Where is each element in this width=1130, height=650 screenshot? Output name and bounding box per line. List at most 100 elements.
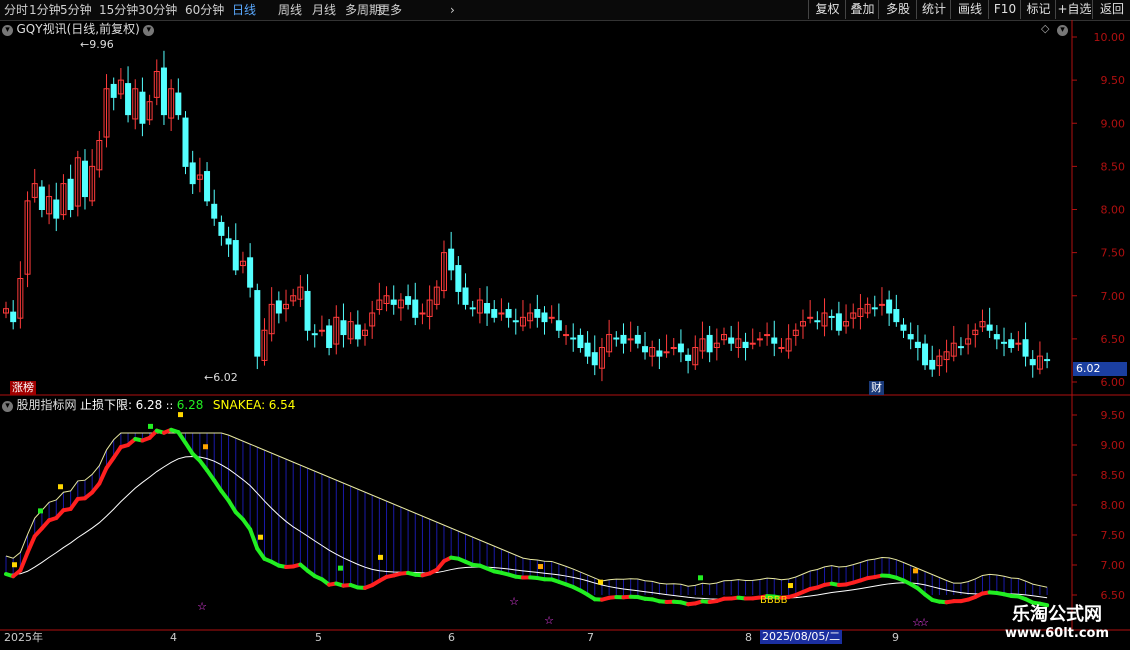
period-5[interactable]: 60分钟 [185, 0, 224, 20]
candle-body [491, 309, 498, 318]
main-y-tick-label: 7.00 [1101, 290, 1126, 303]
candle-body [469, 307, 476, 310]
candle-body [555, 320, 562, 331]
candle-body [275, 300, 282, 314]
arrow-left-icon: ← [80, 38, 90, 51]
settings-icon[interactable]: ▾ [143, 24, 155, 36]
candle-body [584, 342, 591, 357]
candle-body [886, 299, 893, 314]
candle-body [828, 315, 835, 318]
candle-body [254, 290, 261, 357]
candle-body [405, 296, 412, 305]
main-y-tick-label: 8.50 [1101, 160, 1126, 173]
candle-body [484, 303, 491, 314]
candle-body [182, 117, 189, 167]
candle-body [627, 338, 634, 341]
action-3[interactable]: 统计 [916, 0, 951, 19]
candle-body [677, 343, 684, 353]
indicator-title-row: ▾ 股朋指标网 止损下限: 6.28 :: 6.28 SNAKEA: 6.54 [2, 398, 295, 413]
x-label-aug: 8 [745, 631, 752, 644]
period-1[interactable]: 1分钟 [29, 0, 61, 20]
action-4[interactable]: 画线 [950, 0, 989, 19]
indicator-label-2: SNAKEA: [212, 398, 266, 412]
period-8[interactable]: 月线 [312, 0, 336, 20]
main-y-tick-label: 9.00 [1101, 117, 1126, 130]
candle-body [139, 91, 146, 124]
finance-badge[interactable]: 财 [869, 381, 884, 395]
candle-body [742, 341, 749, 349]
candle-body [204, 171, 211, 202]
candle-body [541, 312, 548, 323]
candle-body [462, 287, 469, 305]
candle-body [670, 347, 677, 349]
collapse-icon[interactable]: ▾ [2, 400, 13, 412]
candle-body [563, 334, 570, 337]
period-3[interactable]: 15分钟 [99, 0, 138, 20]
snake-segment [25, 534, 37, 555]
arrow-left-icon: ← [204, 371, 214, 384]
candle-body [189, 162, 196, 185]
candle-body [67, 178, 74, 210]
candle-body [749, 342, 756, 345]
limit-up-badge[interactable]: 涨榜 [10, 381, 36, 395]
candle-body [756, 338, 763, 341]
period-6[interactable]: 日线 [232, 0, 256, 20]
candle-body [986, 324, 993, 331]
candle-body [591, 352, 598, 366]
candle-body [160, 67, 167, 116]
low-price-label: ←6.02 [204, 371, 238, 385]
panel-settings-icon[interactable]: ▾ [1057, 22, 1068, 36]
action-1[interactable]: 叠加 [845, 0, 879, 19]
candle-body [814, 320, 821, 323]
action-7[interactable]: +自选 [1055, 0, 1093, 19]
action-0[interactable]: 复权 [808, 0, 846, 19]
candle-body [642, 346, 649, 353]
ind-y-tick-label: 8.00 [1101, 499, 1126, 512]
candle-body [318, 329, 325, 332]
candle-body [771, 337, 778, 344]
high-price-label: ←9.96 [80, 38, 114, 52]
main-y-tick-label: 10.00 [1094, 31, 1126, 44]
chart-area[interactable]: 10.00 9.50 9.00 8.50 8.00 7.50 7.00 6.50 6.00 9.5… [0, 20, 1130, 650]
candle-body [110, 83, 117, 98]
action-2[interactable]: 多股 [878, 0, 917, 19]
panel-diamond-icon[interactable]: ◇ [1041, 22, 1049, 36]
period-4[interactable]: 30分钟 [138, 0, 177, 20]
snake-segment [226, 498, 238, 515]
candle-body [81, 160, 88, 198]
candle-body [1044, 359, 1051, 362]
candle-body [929, 359, 936, 370]
candle-body [993, 334, 1000, 340]
candle-body [175, 92, 182, 116]
x-label-sep: 9 [892, 631, 899, 644]
main-y-tick-label: 6.50 [1101, 333, 1126, 346]
candle-body [412, 299, 419, 318]
ind-y-tick-label: 9.00 [1101, 439, 1126, 452]
period-2[interactable]: 5分钟 [60, 0, 92, 20]
candle-body [1029, 359, 1036, 366]
candle-body [125, 83, 132, 116]
indicator-name: 股朋指标网 [16, 398, 77, 412]
candle-body [340, 320, 347, 336]
period-7[interactable]: 周线 [278, 0, 302, 20]
action-5[interactable]: F10 [988, 0, 1021, 19]
candle-body [878, 303, 885, 306]
period-10[interactable]: 更多 [378, 0, 402, 20]
action-8[interactable]: 返回 [1092, 0, 1130, 19]
signal-marker [38, 508, 43, 514]
candle-body [620, 334, 627, 344]
signal-marker [203, 444, 208, 450]
chevron-right-icon[interactable]: › [450, 0, 455, 20]
candle-body [304, 290, 311, 331]
candle-body [218, 221, 225, 236]
candle-body [706, 334, 713, 353]
candle-body [871, 307, 878, 310]
action-6[interactable]: 标记 [1020, 0, 1056, 19]
period-0[interactable]: 分时 [4, 0, 28, 20]
period-9[interactable]: 多周期 [345, 0, 381, 20]
candle-body [1008, 339, 1015, 348]
watermark: 乐淘公式网 www.60lt.com [992, 604, 1122, 642]
main-panel-title-row: ▾ GQY视讯(日线,前复权) ▾ [2, 22, 155, 37]
candle-body [807, 316, 814, 319]
collapse-icon[interactable]: ▾ [2, 24, 13, 36]
